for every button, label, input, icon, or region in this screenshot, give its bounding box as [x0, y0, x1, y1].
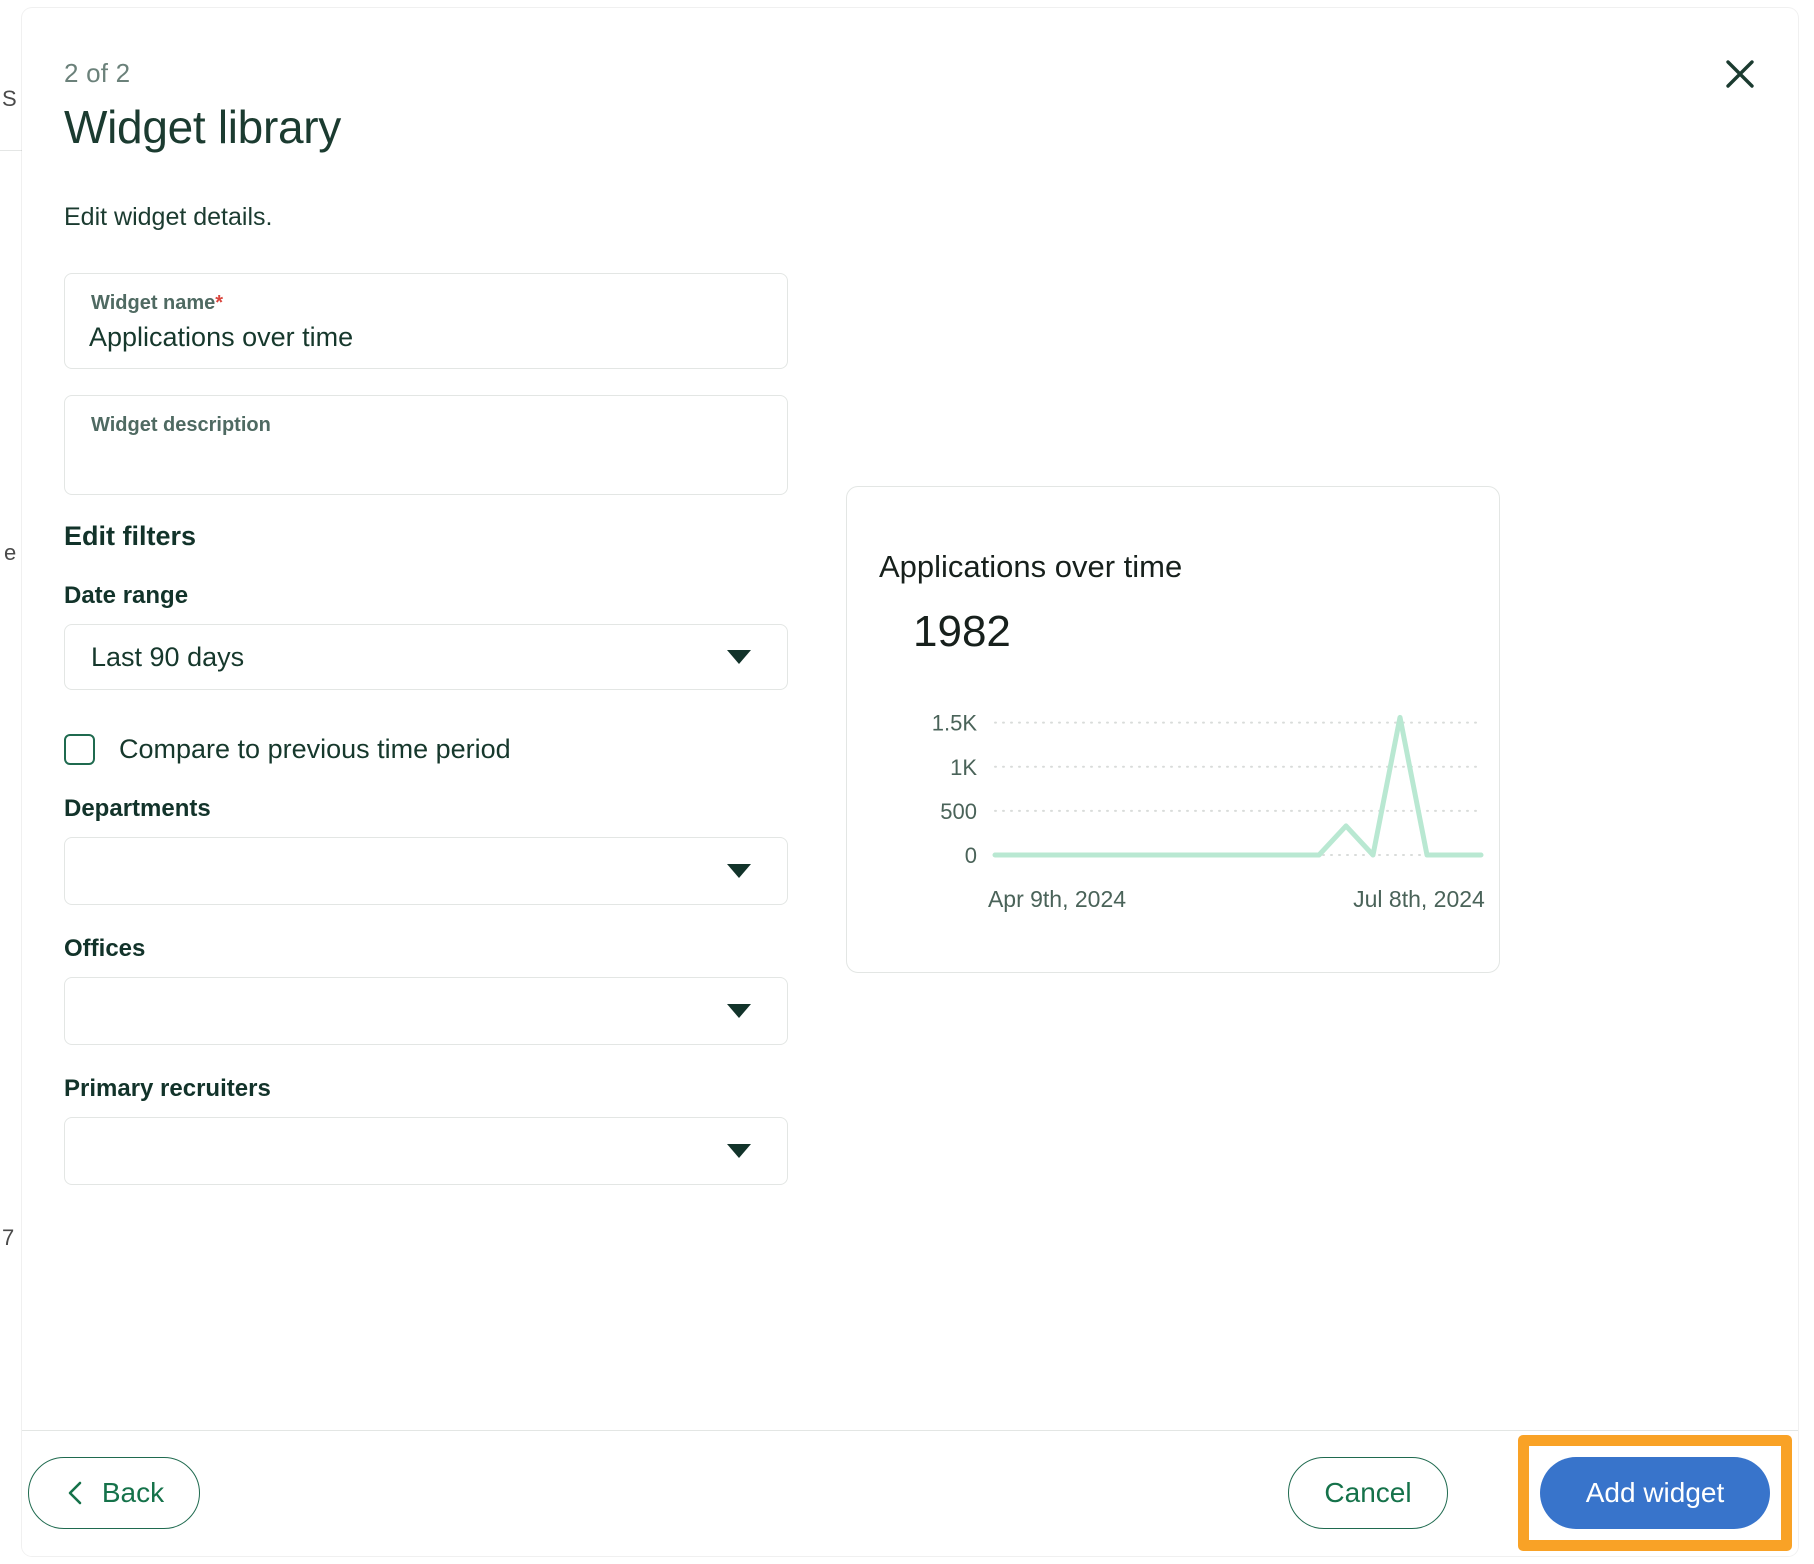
edit-filters-heading: Edit filters: [64, 521, 197, 551]
chart-x-tick-label: Apr 9th, 2024: [988, 886, 1126, 912]
chevron-left-icon: [64, 1479, 86, 1507]
close-icon[interactable]: [1712, 46, 1768, 102]
compare-previous-period-checkbox[interactable]: [64, 734, 95, 765]
chevron-down-icon: [727, 1004, 751, 1018]
back-button-label: Back: [101, 1477, 165, 1508]
widget-library-modal: 2 of 2 Widget library Edit widget detail…: [22, 8, 1798, 1556]
offices-select[interactable]: [64, 977, 788, 1045]
page-title: Widget library: [64, 101, 341, 153]
widget-form: Widget name* Applications over time Widg…: [64, 273, 788, 1185]
chevron-down-icon: [727, 864, 751, 878]
chevron-down-icon: [727, 650, 751, 664]
departments-label: Departments: [64, 795, 211, 822]
modal-subtitle: Edit widget details.: [64, 203, 273, 231]
preview-title: Applications over time: [879, 549, 1183, 584]
compare-previous-period-row[interactable]: Compare to previous time period: [64, 734, 788, 765]
widget-name-input[interactable]: Applications over time: [89, 322, 353, 353]
chart-line-series: [992, 714, 1484, 858]
chart-x-tick-label: Jul 8th, 2024: [1353, 886, 1485, 912]
screen: S e 7 2 of 2 Widget library Edit widget …: [0, 0, 1814, 1564]
widget-description-label: Widget description: [91, 414, 271, 436]
add-widget-button[interactable]: Add widget: [1540, 1457, 1770, 1529]
background-divider: [0, 150, 22, 151]
widget-preview-card: Applications over time 1982 0 500 1K 1.5K Ap…: [846, 486, 1500, 973]
modal-footer: Back Cancel Add widget: [22, 1430, 1798, 1556]
date-range-value: Last 90 days: [91, 641, 245, 672]
compare-previous-period-label: Compare to previous time period: [119, 734, 511, 764]
background-mark-1: e: [4, 540, 17, 565]
chart-y-tick-label: 500: [940, 799, 977, 824]
offices-label: Offices: [64, 935, 146, 962]
primary-recruiters-label: Primary recruiters: [64, 1075, 271, 1102]
departments-select[interactable]: [64, 837, 788, 905]
cancel-button[interactable]: Cancel: [1288, 1457, 1448, 1529]
chart-y-tick-label: 0: [965, 843, 977, 868]
back-button[interactable]: Back: [28, 1457, 200, 1529]
chart-y-tick-label: 1.5K: [932, 711, 978, 736]
widget-name-field[interactable]: Widget name* Applications over time: [64, 273, 788, 369]
chevron-down-icon: [727, 1144, 751, 1158]
applications-over-time-chart: 0 500 1K 1.5K Apr 9th, 2024 Jul 8th, 2024: [847, 687, 1501, 937]
preview-metric-value: 1982: [913, 607, 1011, 656]
date-range-label: Date range: [64, 582, 189, 609]
widget-name-label-text: Widget name: [91, 292, 216, 314]
widget-name-label: Widget name*: [91, 292, 223, 315]
chart-y-tick-label: 1K: [950, 755, 977, 780]
add-widget-button-label: Add widget: [1585, 1477, 1725, 1508]
required-asterisk-icon: *: [215, 292, 224, 314]
widget-description-field[interactable]: Widget description: [64, 395, 788, 495]
chart-svg: 0 500 1K 1.5K Apr 9th, 2024 Jul 8th, 2024: [932, 711, 1485, 912]
background-page-left: S e 7: [0, 0, 22, 1564]
background-mark-0: S: [2, 86, 17, 111]
date-range-select[interactable]: Last 90 days: [64, 624, 788, 690]
step-counter: 2 of 2: [64, 58, 131, 88]
cancel-button-label: Cancel: [1324, 1477, 1412, 1508]
primary-recruiters-select[interactable]: [64, 1117, 788, 1185]
background-mark-2: 7: [2, 1225, 15, 1250]
